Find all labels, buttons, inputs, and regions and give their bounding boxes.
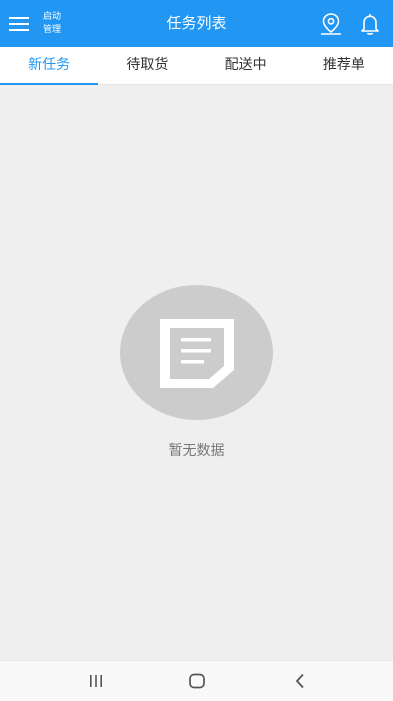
app-header: 启动 管理 任务列表 [0,0,393,47]
document-icon [160,319,234,388]
location-icon [321,13,341,35]
tab-pending-pickup[interactable]: 待取货 [98,47,196,84]
tab-recommended[interactable]: 推荐单 [295,47,393,84]
back-icon [295,673,304,689]
home-icon [189,673,205,689]
recent-apps-icon [90,675,102,687]
tab-new-tasks[interactable]: 新任务 [0,47,99,85]
task-tabs: 新任务 待取货 配送中 推荐单 [0,47,393,85]
recent-apps-button[interactable] [86,671,106,691]
location-button[interactable] [318,11,344,37]
bell-icon [361,14,379,35]
empty-state-message: 暂无数据 [168,443,225,459]
home-button[interactable] [187,671,207,691]
system-navigation-bar [0,660,393,701]
notification-button[interactable] [357,11,383,37]
tab-delivering[interactable]: 配送中 [197,47,295,84]
back-button[interactable] [290,671,310,691]
empty-state-illustration [120,285,273,420]
